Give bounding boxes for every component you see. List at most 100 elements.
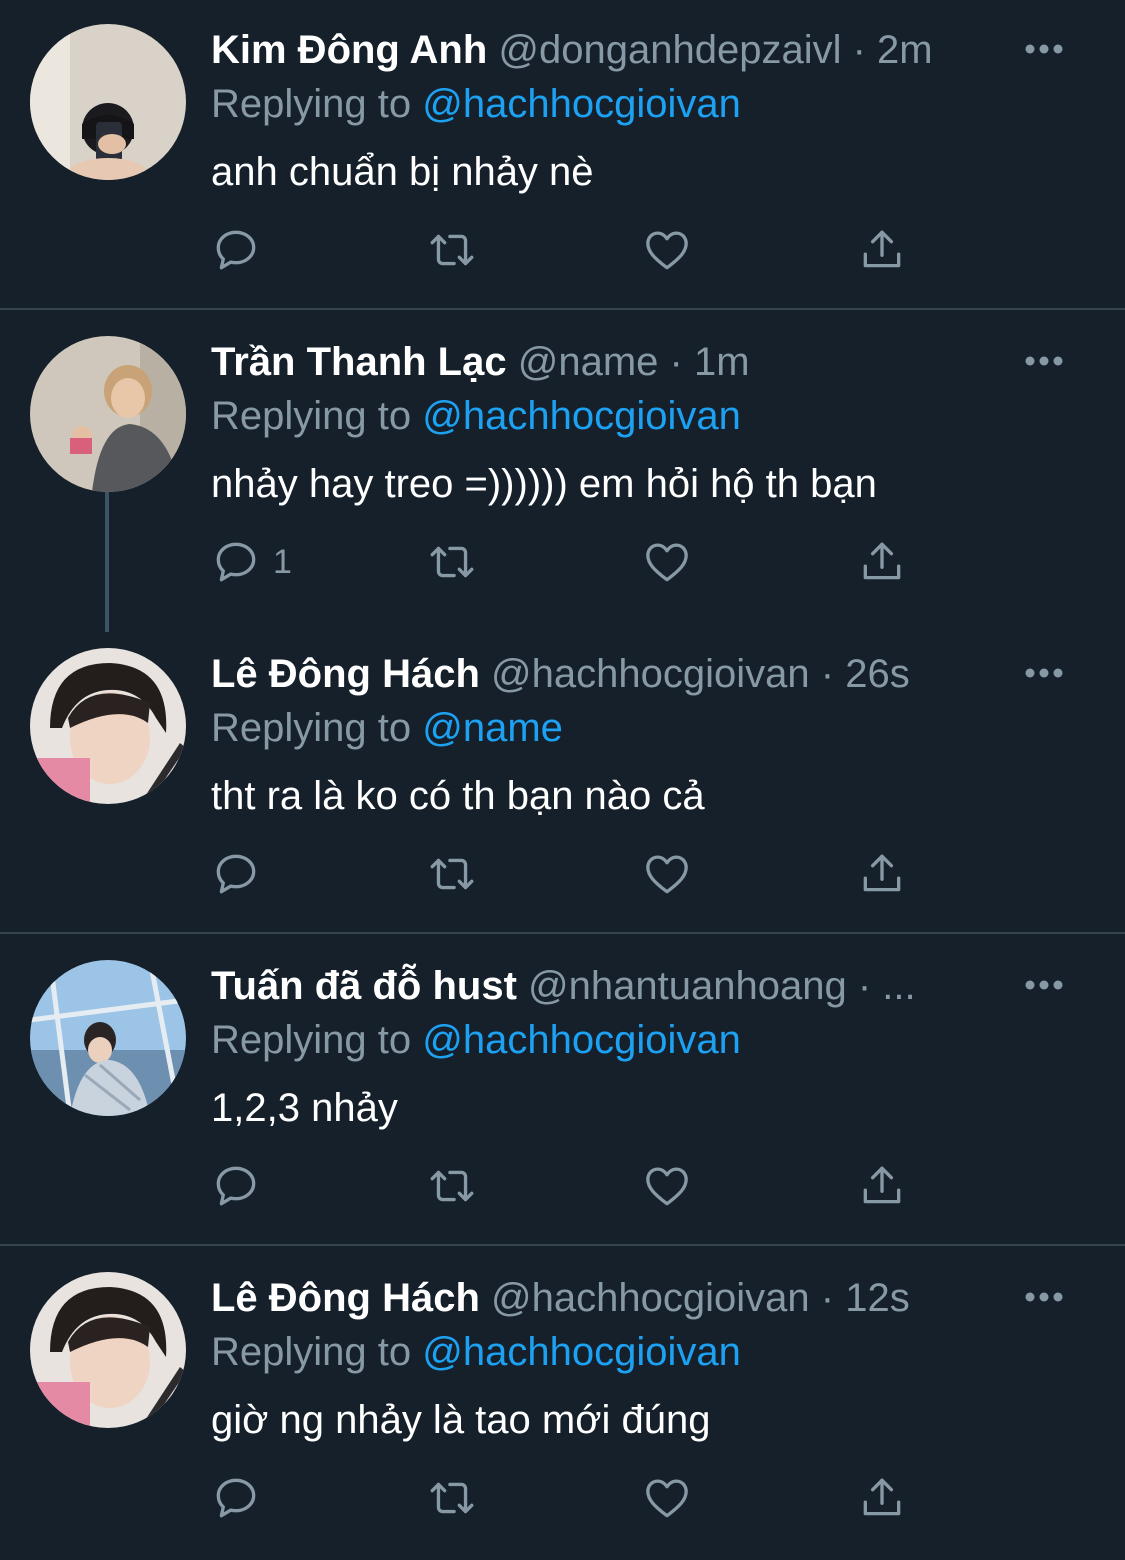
replying-to-label: Replying to xyxy=(211,394,412,438)
separator-dot: · xyxy=(857,964,872,1008)
share-icon xyxy=(863,1478,901,1516)
share-button[interactable] xyxy=(857,1148,907,1224)
display-name[interactable]: Lê Đông Hách xyxy=(211,652,480,696)
mention-link[interactable]: @hachhocgioivan xyxy=(422,82,741,126)
more-horizontal-icon[interactable] xyxy=(1024,346,1064,376)
heart-icon xyxy=(646,231,688,270)
avatar[interactable] xyxy=(30,1272,186,1428)
timestamp[interactable]: 12s xyxy=(845,1276,910,1320)
share-button[interactable] xyxy=(857,524,907,600)
retweet-icon xyxy=(430,858,474,890)
reply-button[interactable]: 1 xyxy=(211,524,292,600)
tweet-text: tht ra là ko có th bạn nào cả xyxy=(211,774,705,818)
tweet-header: Lê Đông Hách @hachhocgioivan · 12s xyxy=(211,1270,991,1326)
separator-dot: · xyxy=(669,340,683,384)
retweet-button[interactable] xyxy=(427,1148,477,1224)
display-name[interactable]: Lê Đông Hách xyxy=(211,1276,480,1320)
avatar[interactable] xyxy=(30,648,186,804)
user-handle[interactable]: @donganhdepzaivl xyxy=(498,28,841,72)
replying-to-label: Replying to xyxy=(211,82,412,126)
like-button[interactable] xyxy=(642,1460,692,1536)
mention-link[interactable]: @name xyxy=(422,706,563,750)
tweet-header: Trần Thanh Lạc @name · 1m xyxy=(211,334,991,390)
like-button[interactable] xyxy=(642,836,692,912)
avatar[interactable] xyxy=(30,960,186,1116)
share-button[interactable] xyxy=(857,1460,907,1536)
replying-to-line: Replying to @hachhocgioivan xyxy=(211,1012,741,1068)
tweet[interactable]: Tuấn đã đỗ hust @nhantuanhoang · ... Rep… xyxy=(0,936,1125,1248)
divider xyxy=(0,932,1125,934)
mention-link[interactable]: @hachhocgioivan xyxy=(422,1330,741,1374)
share-button[interactable] xyxy=(857,212,907,288)
share-button[interactable] xyxy=(857,836,907,912)
user-handle[interactable]: @name xyxy=(518,340,659,384)
tweet-header: Tuấn đã đỗ hust @nhantuanhoang · ... xyxy=(211,958,991,1014)
tweet[interactable]: Lê Đông Hách @hachhocgioivan · 26s Reply… xyxy=(0,624,1125,936)
display-name[interactable]: Kim Đông Anh xyxy=(211,28,487,72)
avatar[interactable] xyxy=(30,24,186,180)
display-name[interactable]: Trần Thanh Lạc xyxy=(211,340,507,384)
reply-button[interactable] xyxy=(211,212,273,288)
reply-icon xyxy=(216,1478,256,1518)
reply-icon xyxy=(216,230,256,270)
more-horizontal-icon[interactable] xyxy=(1024,34,1064,64)
replying-to-line: Replying to @hachhocgioivan xyxy=(211,1324,741,1380)
reply-button[interactable] xyxy=(211,836,273,912)
separator-dot: · xyxy=(820,1276,835,1320)
reply-icon xyxy=(216,542,256,582)
more-horizontal-icon[interactable] xyxy=(1024,1282,1064,1312)
timestamp[interactable]: 26s xyxy=(845,652,910,696)
more-horizontal-icon[interactable] xyxy=(1024,658,1064,688)
more-horizontal-icon[interactable] xyxy=(1024,970,1064,1000)
avatar[interactable] xyxy=(30,336,186,492)
mention-link[interactable]: @hachhocgioivan xyxy=(422,394,741,438)
retweet-icon xyxy=(430,1170,474,1202)
retweet-button[interactable] xyxy=(427,836,477,912)
reply-icon xyxy=(216,854,256,894)
tweet[interactable]: Kim Đông Anh @donganhdepzaivl · 2m Reply… xyxy=(0,0,1125,312)
retweet-icon xyxy=(430,234,474,266)
heart-icon xyxy=(646,855,688,894)
heart-icon xyxy=(646,543,688,582)
heart-icon xyxy=(646,1479,688,1518)
tweet[interactable]: Trần Thanh Lạc @name · 1m Replying to @h… xyxy=(0,312,1125,632)
display-name[interactable]: Tuấn đã đỗ hust xyxy=(211,964,517,1008)
reply-button[interactable] xyxy=(211,1460,273,1536)
reply-icon xyxy=(216,1166,256,1206)
tweet-actions xyxy=(0,836,1125,912)
share-icon xyxy=(863,1166,901,1204)
share-icon xyxy=(863,230,901,268)
reply-count: 1 xyxy=(273,542,292,581)
replying-to-line: Replying to @hachhocgioivan xyxy=(211,388,741,444)
user-handle[interactable]: @hachhocgioivan xyxy=(491,1276,810,1320)
divider xyxy=(0,1244,1125,1246)
like-button[interactable] xyxy=(642,524,692,600)
user-handle[interactable]: @hachhocgioivan xyxy=(491,652,810,696)
retweet-button[interactable] xyxy=(427,524,477,600)
mention-link[interactable]: @hachhocgioivan xyxy=(422,1018,741,1062)
replying-to-line: Replying to @name xyxy=(211,700,563,756)
timestamp[interactable]: 2m xyxy=(877,28,933,72)
separator-dot: · xyxy=(820,652,835,696)
tweet-text: anh chuẩn bị nhảy nè xyxy=(211,150,594,194)
user-handle[interactable]: @nhantuanhoang xyxy=(528,964,847,1008)
tweet-header: Lê Đông Hách @hachhocgioivan · 26s xyxy=(211,646,991,702)
tweet[interactable]: Lê Đông Hách @hachhocgioivan · 12s Reply… xyxy=(0,1248,1125,1560)
retweet-button[interactable] xyxy=(427,212,477,288)
tweet-actions xyxy=(0,212,1125,288)
tweet-text: giờ ng nhảy là tao mới đúng xyxy=(211,1398,711,1442)
replying-to-label: Replying to xyxy=(211,706,412,750)
tweet-actions xyxy=(0,1460,1125,1536)
reply-button[interactable] xyxy=(211,1148,273,1224)
share-icon xyxy=(863,542,901,580)
divider xyxy=(0,308,1125,310)
replying-to-line: Replying to @hachhocgioivan xyxy=(211,76,741,132)
retweet-button[interactable] xyxy=(427,1460,477,1536)
timestamp[interactable]: 1m xyxy=(694,340,750,384)
like-button[interactable] xyxy=(642,1148,692,1224)
tweet-header: Kim Đông Anh @donganhdepzaivl · 2m xyxy=(211,22,991,78)
retweet-icon xyxy=(430,546,474,578)
like-button[interactable] xyxy=(642,212,692,288)
separator-dot: · xyxy=(852,28,866,72)
timestamp[interactable]: ... xyxy=(882,964,915,1008)
